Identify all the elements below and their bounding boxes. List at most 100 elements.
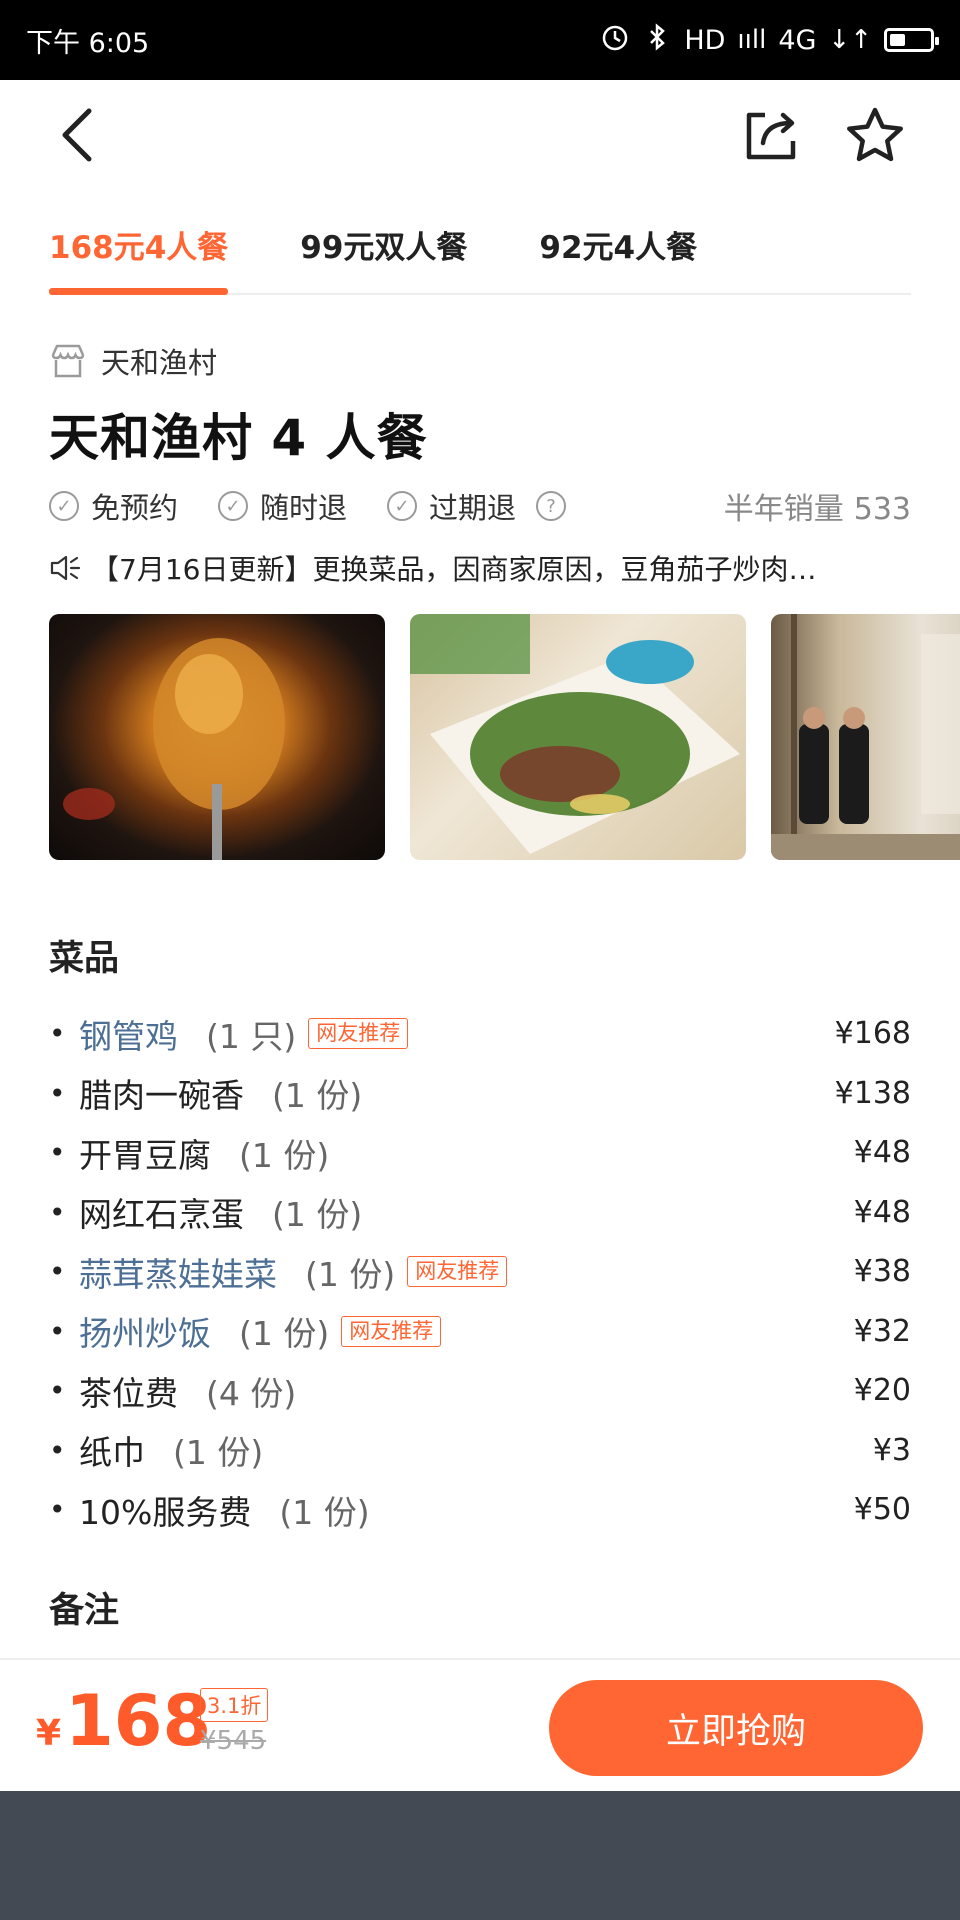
feature-no-reservation: ✓ 免预约 <box>49 485 178 527</box>
dish-name[interactable]: 钢管鸡 <box>79 1010 178 1058</box>
feature-expiry-refund: ✓ 过期退 <box>387 485 516 527</box>
photo-gallery[interactable] <box>49 614 960 860</box>
battery-fill <box>890 34 906 46</box>
bullet: • <box>49 1493 66 1527</box>
photo-green-beans[interactable] <box>410 614 746 860</box>
dish-name: 纸巾 <box>79 1433 145 1473</box>
dish-name: 网红石烹蛋 <box>79 1195 244 1235</box>
dish-row: • 10%服务费 (1 份) ¥50 <box>49 1480 911 1540</box>
dish-quantity: (1 份) <box>272 1195 363 1235</box>
package-tabs: 168元4人餐 99元双人餐 92元4人餐 <box>49 200 911 295</box>
dish-row: • 腊肉一碗香 (1 份) ¥138 <box>49 1064 911 1124</box>
recommended-tag: 网友推荐 <box>341 1315 442 1347</box>
battery-icon <box>884 28 939 52</box>
check-circle-icon: ✓ <box>49 491 79 521</box>
bullet: • <box>49 1195 66 1229</box>
dish-price: ¥48 <box>853 1135 911 1171</box>
dish-price: ¥48 <box>853 1194 911 1230</box>
sales-number: 533 <box>853 492 911 527</box>
dish-quantity: (1 份) <box>173 1433 264 1473</box>
tab-168-4-person[interactable]: 168元4人餐 <box>49 200 229 295</box>
purchase-bar: ¥ 168 3.1折 ¥545 立即抢购 <box>0 1658 960 1791</box>
dish-quantity: (1 份) <box>239 1135 330 1175</box>
recommended-tag: 网友推荐 <box>308 1018 409 1050</box>
bullet: • <box>49 1076 66 1110</box>
bullet: • <box>49 1136 66 1170</box>
sales-label: 半年销量 <box>723 492 844 527</box>
dish-price: ¥38 <box>853 1254 911 1290</box>
photo-restaurant[interactable] <box>771 614 960 860</box>
deal-price: 168 <box>65 1680 212 1762</box>
shop-row[interactable]: 天和渔村 <box>49 340 217 382</box>
feature-label: 随时退 <box>260 491 348 525</box>
dish-name: 腊肉一碗香 <box>79 1076 244 1116</box>
notice-text: 【7月16日更新】更换菜品，因商家原因，豆角茄子炒肉… <box>91 553 817 586</box>
dish-quantity: (1 份) <box>272 1076 363 1116</box>
check-circle-icon: ✓ <box>387 491 418 521</box>
signal-icon: ııll <box>737 25 767 55</box>
dish-row: • 纸巾 (1 份) ¥3 <box>49 1421 911 1481</box>
bluetooth-icon <box>642 22 672 59</box>
tab-92-4-person[interactable]: 92元4人餐 <box>539 200 697 293</box>
bullet: • <box>49 1314 66 1348</box>
sales-count: 半年销量 533 <box>724 484 911 528</box>
dish-row[interactable]: • 扬州炒饭 (1 份) 网友推荐 ¥32 <box>49 1302 911 1362</box>
share-button[interactable] <box>736 100 806 170</box>
buy-now-button[interactable]: 立即抢购 <box>549 1680 923 1776</box>
dish-name[interactable]: 扬州炒饭 <box>79 1307 211 1355</box>
dish-list: • 钢管鸡 (1 只) 网友推荐 ¥168 • 腊肉一碗香 (1 份) ¥138 • 开胃豆腐 (1 … <box>49 1004 911 1540</box>
status-time: 下午 6:05 <box>26 27 150 59</box>
speaker-icon <box>50 555 81 581</box>
tab-99-2-person[interactable]: 99元双人餐 <box>300 200 467 293</box>
dish-name: 茶位费 <box>79 1373 178 1413</box>
recommended-tag: 网友推荐 <box>407 1256 508 1288</box>
update-notice[interactable]: 【7月16日更新】更换菜品，因商家原因，豆角茄子炒肉… <box>49 548 911 588</box>
share-icon <box>746 112 796 160</box>
feature-refund-anytime: ✓ 随时退 <box>218 485 347 527</box>
discount-badge: 3.1折 <box>200 1688 269 1722</box>
dish-row: • 茶位费 (4 份) ¥20 <box>49 1361 911 1421</box>
help-icon[interactable]: ? <box>536 491 567 521</box>
feature-row: ✓ 免预约 ✓ 随时退 ✓ 过期退 ? 半年销量 533 <box>49 484 911 528</box>
store-icon <box>51 344 85 378</box>
dish-quantity: (4 份) <box>206 1373 297 1413</box>
dish-row: • 网红石烹蛋 (1 份) ¥48 <box>49 1183 911 1243</box>
dish-quantity: (1 只) <box>206 1016 297 1056</box>
chevron-left-icon <box>62 108 92 162</box>
page-title: 天和渔村 4 人餐 <box>49 409 428 467</box>
bullet: • <box>49 1433 66 1467</box>
photo-roast-chicken[interactable] <box>49 614 385 860</box>
dish-price: ¥168 <box>834 1016 911 1052</box>
status-icons: HD ııll 4G ↓↑ <box>600 22 939 59</box>
dish-price: ¥138 <box>834 1075 911 1111</box>
alarm-icon <box>600 22 630 59</box>
dish-quantity: (1 份) <box>305 1254 396 1294</box>
bullet: • <box>49 1017 66 1051</box>
dish-name: 10%服务费 <box>79 1492 252 1532</box>
dish-name: 开胃豆腐 <box>79 1135 211 1175</box>
status-bar: 下午 6:05 HD ııll 4G ↓↑ <box>0 0 960 80</box>
dish-quantity: (1 份) <box>239 1314 330 1354</box>
star-icon <box>847 107 903 162</box>
dish-price: ¥20 <box>853 1373 911 1409</box>
bullet: • <box>49 1374 66 1408</box>
remarks-section-title: 备注 <box>49 1591 120 1631</box>
dish-name[interactable]: 蒜茸蒸娃娃菜 <box>79 1248 277 1296</box>
dish-row[interactable]: • 钢管鸡 (1 只) 网友推荐 ¥168 <box>49 1004 911 1064</box>
dishes-section-title: 菜品 <box>49 939 120 979</box>
price-block: ¥ 168 <box>36 1686 211 1756</box>
currency-symbol: ¥ <box>36 1713 62 1754</box>
favorite-button[interactable] <box>840 100 910 170</box>
bullet: • <box>49 1255 66 1289</box>
data-transfer-icon: ↓↑ <box>828 25 872 55</box>
dish-price: ¥50 <box>853 1492 911 1528</box>
original-price: ¥545 <box>200 1726 267 1756</box>
dish-price: ¥32 <box>853 1313 911 1349</box>
feature-label: 免预约 <box>91 491 179 525</box>
dish-row: • 开胃豆腐 (1 份) ¥48 <box>49 1123 911 1183</box>
dish-row[interactable]: • 蒜茸蒸娃娃菜 (1 份) 网友推荐 ¥38 <box>49 1242 911 1302</box>
network-label: 4G <box>778 24 817 56</box>
check-circle-icon: ✓ <box>218 491 249 521</box>
nav-bar <box>0 80 960 190</box>
back-button[interactable] <box>42 100 112 170</box>
